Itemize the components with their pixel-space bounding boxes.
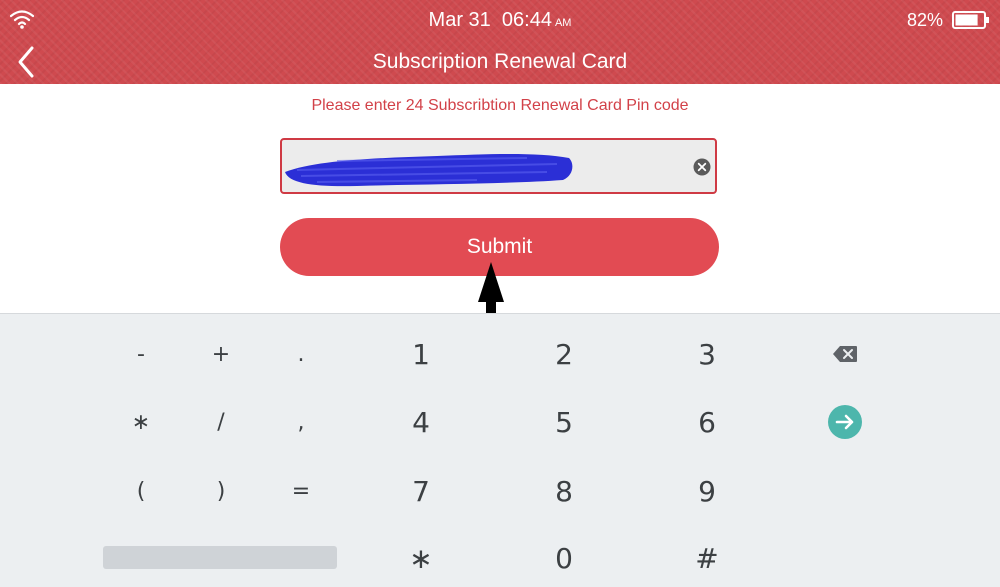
key-4[interactable]: 4 <box>381 397 461 447</box>
battery-percentage: 82% <box>906 10 943 30</box>
key-8[interactable]: 8 <box>524 466 604 516</box>
key-7[interactable]: 7 <box>381 466 461 516</box>
key-close-paren[interactable]: ) <box>181 466 261 516</box>
key-1[interactable]: 1 <box>381 329 461 379</box>
key-slash[interactable]: / <box>181 397 261 447</box>
status-date: Mar 31 <box>428 9 491 31</box>
key-2[interactable]: 2 <box>524 329 604 379</box>
key-5[interactable]: 5 <box>524 397 604 447</box>
enter-key[interactable] <box>805 397 885 447</box>
top-bar: Mar 31 06:44 AM 82% Subscription Renewal … <box>0 0 1000 84</box>
battery-icon <box>952 11 989 29</box>
key-asterisk[interactable]: ∗ <box>101 397 181 447</box>
key-0[interactable]: 0 <box>524 533 604 583</box>
backspace-key[interactable] <box>805 329 885 379</box>
clear-circle-icon[interactable] <box>693 158 711 176</box>
key-comma[interactable]: , <box>261 397 341 447</box>
key-minus[interactable]: - <box>101 329 181 379</box>
status-ampm: AM <box>554 17 572 29</box>
key-period[interactable]: . <box>261 329 341 379</box>
status-time: 06:44 <box>501 9 552 31</box>
backspace-icon <box>833 346 857 362</box>
pin-code-field[interactable] <box>280 138 717 194</box>
pin-code-input[interactable] <box>282 140 702 192</box>
key-plus[interactable]: + <box>181 329 261 379</box>
key-9[interactable]: 9 <box>667 466 747 516</box>
key-hash[interactable]: # <box>667 533 747 583</box>
space-key[interactable] <box>103 546 337 569</box>
page-title: Subscription Renewal Card <box>372 50 628 73</box>
key-6[interactable]: 6 <box>667 397 747 447</box>
key-open-paren[interactable]: ( <box>101 466 181 516</box>
status-datetime: Mar 31 06:44 AM <box>0 9 1000 32</box>
key-3[interactable]: 3 <box>667 329 747 379</box>
key-asterisk-bottom[interactable]: ∗ <box>381 533 461 583</box>
enter-arrow-icon <box>828 405 862 439</box>
pin-prompt-text: Please enter 24 Subscribtion Renewal Car… <box>311 97 689 114</box>
numeric-keyboard: - + . 1 2 3 ∗ / , 4 5 6 ( ) = 7 8 9 ∗ 0 … <box>0 313 1000 587</box>
key-equals[interactable]: = <box>261 466 341 516</box>
